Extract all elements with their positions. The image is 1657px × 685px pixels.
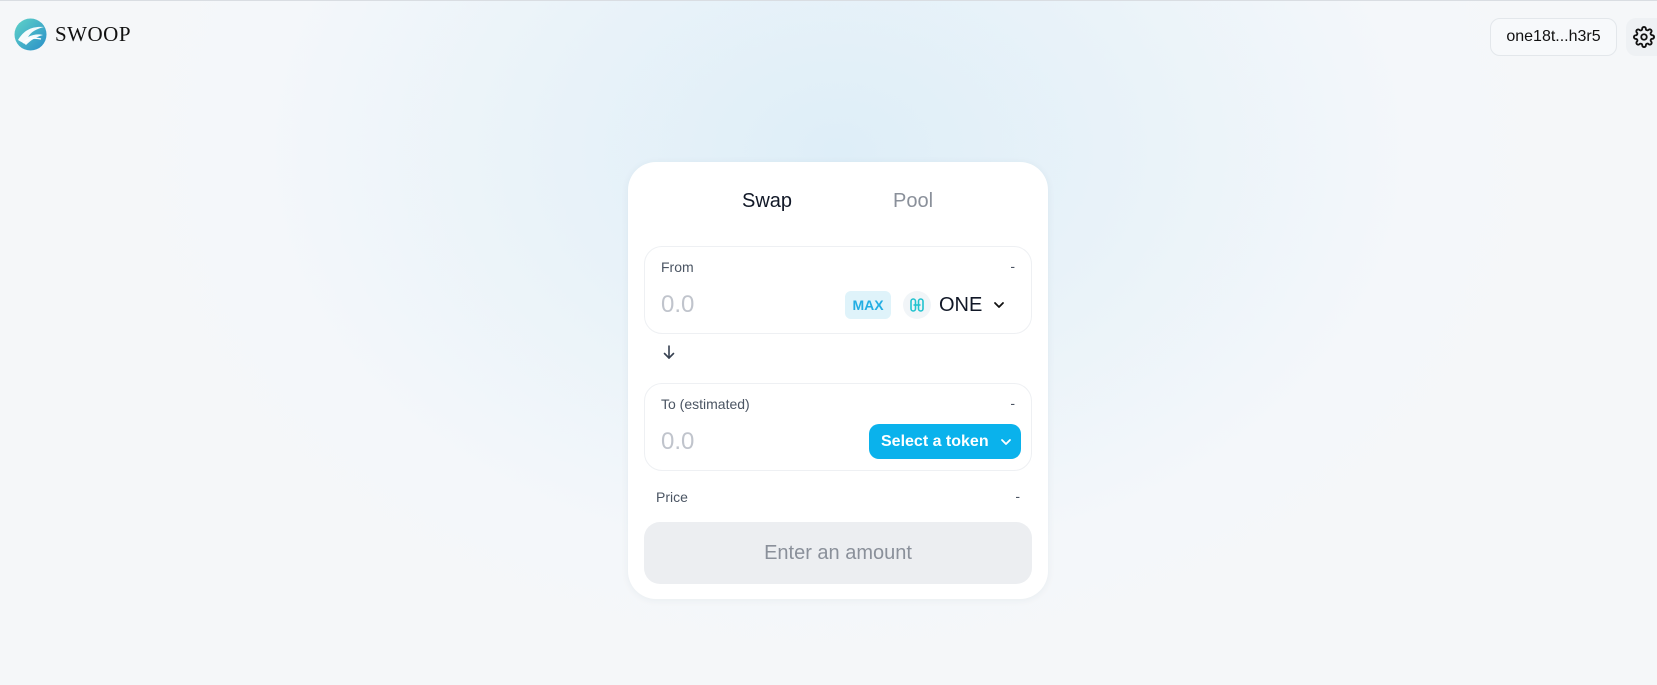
- tab-pool[interactable]: Pool: [893, 190, 933, 213]
- to-panel: To (estimated) - Select a token: [644, 383, 1032, 471]
- select-token-label: Select a token: [881, 432, 989, 450]
- gear-icon: [1633, 26, 1655, 48]
- from-amount-input[interactable]: [661, 289, 821, 321]
- wallet-address: one18t...h3r5: [1506, 28, 1601, 45]
- from-label: From: [661, 259, 694, 275]
- swoop-logo-icon: [14, 18, 47, 51]
- chevron-down-icon: [992, 298, 1006, 312]
- to-balance: -: [1010, 395, 1015, 411]
- from-token-name: ONE: [939, 293, 983, 316]
- chevron-down-icon: [999, 435, 1013, 449]
- to-amount-input[interactable]: [661, 426, 821, 458]
- from-balance: -: [1010, 258, 1015, 274]
- select-token-button[interactable]: Select a token: [869, 424, 1021, 459]
- from-token-select[interactable]: ONE: [903, 289, 1015, 321]
- price-label: Price: [656, 489, 688, 505]
- enter-amount-button[interactable]: Enter an amount: [644, 522, 1032, 584]
- to-label: To (estimated): [661, 396, 750, 412]
- max-button[interactable]: MAX: [845, 291, 891, 319]
- price-value: -: [1015, 488, 1020, 504]
- swap-card: Swap Pool From - MAX ONE: [628, 162, 1048, 599]
- arrow-down-icon: [663, 345, 675, 359]
- from-panel: From - MAX ONE: [644, 246, 1032, 334]
- wallet-address-button[interactable]: one18t...h3r5: [1490, 18, 1617, 56]
- tab-swap[interactable]: Swap: [742, 190, 792, 213]
- logo-text: SWOOP: [55, 22, 132, 46]
- switch-direction-button[interactable]: [662, 344, 676, 360]
- header: SWOOP one18t...h3r5: [0, 1, 1657, 71]
- settings-button[interactable]: [1626, 18, 1657, 56]
- harmony-one-icon: [903, 291, 931, 319]
- logo[interactable]: SWOOP: [14, 18, 131, 51]
